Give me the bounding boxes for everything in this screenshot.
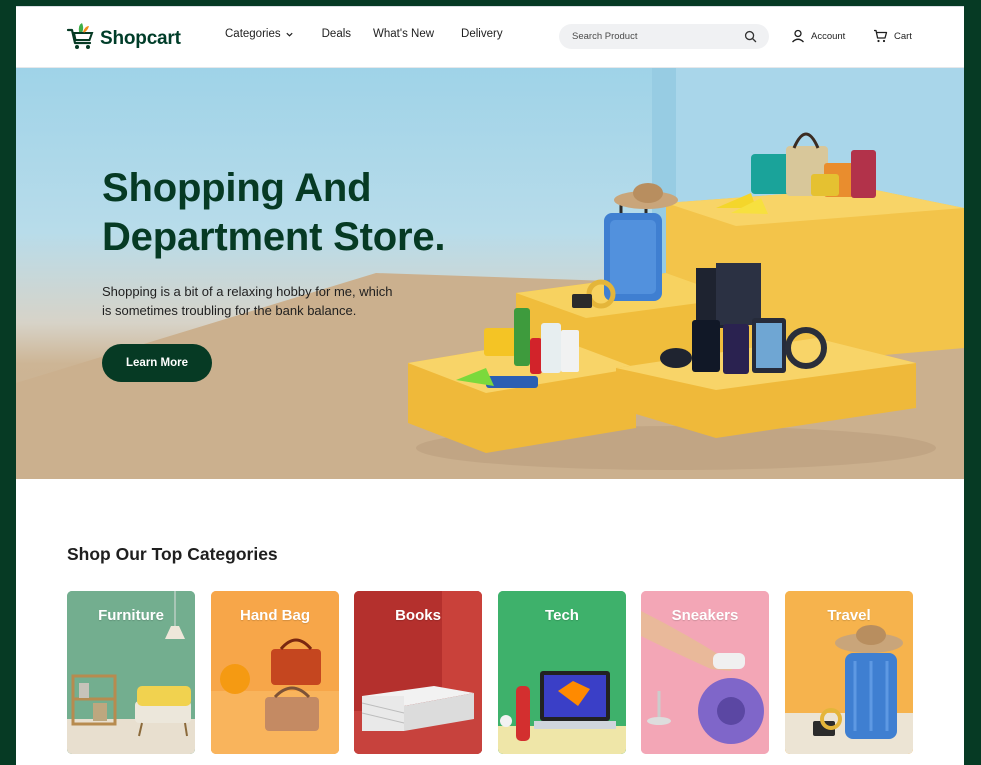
cart-logo-icon	[66, 21, 96, 56]
category-card-travel[interactable]: Travel	[785, 591, 913, 754]
category-card-sneakers[interactable]: Sneakers	[641, 591, 769, 754]
hero-subtitle: Shopping is a bit of a relaxing hobby fo…	[102, 282, 432, 320]
cart-icon	[874, 29, 888, 43]
account-link[interactable]: Account	[791, 29, 845, 43]
search-icon[interactable]	[744, 30, 757, 43]
hero-banner: Shopping And Department Store. Shopping …	[16, 68, 964, 479]
hero-title-line2: Department Store.	[102, 215, 446, 259]
category-card-hand-bag[interactable]: Hand Bag	[211, 591, 339, 754]
category-label-sneakers: Sneakers	[671, 607, 739, 624]
learn-more-button[interactable]: Learn More	[102, 344, 212, 382]
category-label-travel: Travel	[827, 607, 871, 624]
categories-title: Shop Our Top Categories	[67, 544, 278, 564]
category-card-furniture[interactable]: Furniture	[67, 591, 195, 754]
hero-illustration	[16, 68, 964, 479]
nav-delivery-label: Delivery	[461, 28, 503, 40]
brand-name: Shopcart	[100, 27, 181, 49]
category-label-tech: Tech	[545, 607, 579, 624]
nav-categories[interactable]: Categories	[225, 28, 294, 40]
nav-whats-new-label: What's New	[373, 28, 435, 40]
nav-whats-new[interactable]: What's New	[373, 28, 434, 40]
hero-subtitle-line1: Shopping is a bit of a relaxing hobby fo…	[102, 284, 393, 299]
nav-deals[interactable]: Deals	[322, 28, 351, 40]
main-nav: Categories Deals What's New Delivery	[225, 28, 531, 40]
cart-link[interactable]: Cart	[873, 29, 912, 43]
chevron-down-icon	[286, 32, 293, 37]
search-bar	[559, 24, 769, 49]
search-input[interactable]	[572, 31, 732, 42]
nav-categories-label: Categories	[225, 28, 281, 40]
user-icon	[792, 29, 804, 43]
header: Shopcart Categories Deals What's New Del…	[16, 7, 964, 68]
nav-deals-label: Deals	[321, 28, 352, 40]
category-card-tech[interactable]: Tech	[498, 591, 626, 754]
hero-title-line1: Shopping And	[102, 166, 372, 210]
brand-logo[interactable]: Shopcart	[66, 21, 181, 56]
nav-delivery[interactable]: Delivery	[461, 28, 503, 40]
page: Shopcart Categories Deals What's New Del…	[16, 7, 964, 765]
category-label-hand-bag: Hand Bag	[239, 607, 310, 624]
hero-title: Shopping And Department Store.	[102, 164, 446, 262]
cart-label: Cart	[894, 30, 912, 42]
category-label-books: Books	[395, 607, 441, 624]
category-card-books[interactable]: Books	[354, 591, 482, 754]
account-label: Account	[811, 30, 846, 42]
category-label-furniture: Furniture	[98, 607, 164, 624]
hero-subtitle-line2: is sometimes troubling for the bank bala…	[102, 303, 357, 318]
